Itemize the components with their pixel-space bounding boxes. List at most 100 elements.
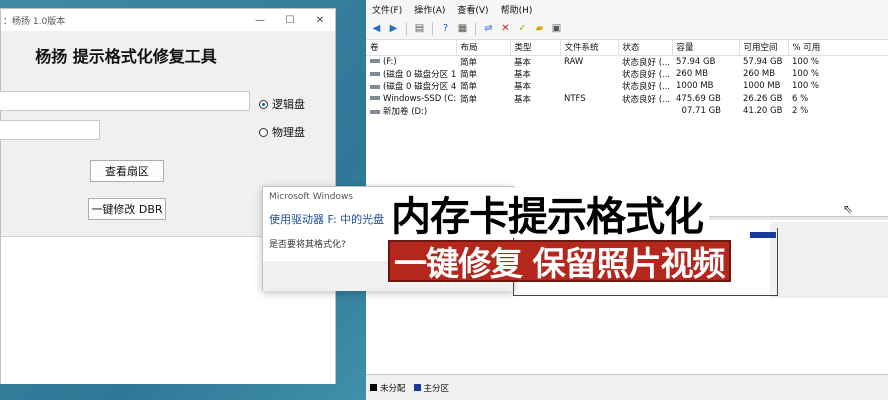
close-button[interactable]: ✕ (305, 9, 335, 31)
volume-name: Windows-SSD (C:) (383, 93, 456, 104)
folder-icon[interactable]: ▰ (533, 22, 546, 35)
menu-bar: 文件(F) 操作(A) 查看(V) 帮助(H) (366, 0, 888, 18)
toolbar-separator (475, 21, 476, 36)
disk-graph-area (770, 222, 888, 298)
volume-name: (磁盘 0 磁盘分区 1) (383, 69, 456, 80)
percent-cell: 100 % (792, 68, 820, 79)
volume-name: 新加卷 (D:) (383, 107, 428, 118)
radio-logical-label: 逻辑盘 (272, 98, 305, 111)
status-cell: 状态良好 (... (622, 94, 671, 105)
toolbar-separator (406, 21, 407, 36)
volume-icon (370, 109, 380, 114)
view-sector-button[interactable]: 查看扇区 (90, 160, 164, 182)
volume-cell: Windows-SSD (C:) (366, 93, 456, 106)
menu-help[interactable]: 帮助(H) (495, 3, 539, 16)
col-volume[interactable]: 卷 (366, 40, 457, 56)
radio-logical-disk[interactable]: 逻辑盘 (259, 96, 305, 112)
primary-swatch (413, 384, 421, 391)
type-cell: 基本 (514, 94, 532, 105)
col-capacity[interactable]: 容量 (672, 40, 740, 56)
col-layout[interactable]: 布局 (456, 40, 511, 56)
filesystem-cell: RAW (564, 56, 584, 67)
list-view-icon[interactable]: ▤ (413, 22, 426, 35)
app-titlebar: ： 杨扬 1.0版本 — ☐ ✕ (1, 9, 335, 31)
drive-input[interactable] (0, 91, 250, 111)
legend-unallocated: 未分配 (380, 383, 406, 394)
status-cell (618, 105, 672, 118)
table-row[interactable]: (磁盘 0 磁盘分区 1) 简单 基本 状态良好 (... 260 MB 260… (366, 68, 888, 81)
table-header-row: 卷 布局 类型 文件系统 状态 容量 可用空间 % 可用 (366, 40, 888, 56)
partition-bar (750, 232, 776, 238)
type-cell: 基本 (514, 82, 532, 93)
legend-bar: 未分配 主分区 (366, 374, 888, 400)
help-icon[interactable]: ? (439, 22, 452, 35)
toolbar-separator (432, 21, 433, 36)
capacity-cell: 07.71 GB (681, 106, 721, 117)
table-row[interactable]: Windows-SSD (C:) 简单 基本 NTFS 状态良好 (... 47… (366, 93, 888, 106)
filesystem-cell (560, 80, 618, 93)
col-filesystem[interactable]: 文件系统 (560, 40, 619, 56)
mouse-cursor-icon: ⇖ (843, 202, 854, 216)
layout-cell (456, 105, 510, 118)
delete-icon[interactable]: ✕ (499, 22, 512, 35)
col-status[interactable]: 状态 (618, 40, 673, 56)
volume-icon (370, 72, 380, 77)
volume-name: (磁盘 0 磁盘分区 4) (383, 82, 456, 93)
maximize-button[interactable]: ☐ (275, 9, 305, 31)
caption-line-1: 内存卡提示格式化 (385, 188, 709, 240)
free-cell: 1000 MB (743, 81, 781, 92)
free-cell: 26.26 GB (743, 93, 783, 104)
toolbar: ◀ ▶ ▤ ? ▦ ⇌ ✕ ✓ ▰ ▣ (366, 18, 888, 40)
volume-cell: 新加卷 (D:) (366, 105, 456, 118)
minimize-button[interactable]: — (245, 9, 275, 31)
radio-physical-disk[interactable]: 物理盘 (259, 124, 305, 140)
forward-arrow-icon[interactable]: ▶ (387, 22, 400, 35)
value-input[interactable] (0, 120, 100, 140)
layout-cell: 简单 (460, 82, 478, 93)
menu-action[interactable]: 操作(A) (408, 3, 451, 16)
status-cell: 状态良好 (... (622, 82, 671, 93)
free-cell: 57.94 GB (743, 56, 783, 67)
app-heading: 杨扬 提示格式化修复工具 (35, 47, 217, 66)
radio-selected-icon (259, 99, 268, 109)
menu-file[interactable]: 文件(F) (366, 3, 408, 16)
volume-cell: (磁盘 0 磁盘分区 4) (366, 80, 456, 93)
type-cell (510, 105, 560, 118)
col-free[interactable]: 可用空间 (739, 40, 789, 56)
radio-unselected-icon (259, 127, 268, 137)
status-cell: 状态良好 (... (622, 69, 671, 80)
table-row[interactable]: 新加卷 (D:) 07.71 GB 41.20 GB 2 % (366, 105, 888, 118)
filesystem-cell: NTFS (564, 93, 586, 104)
capacity-cell: 260 MB (676, 68, 709, 79)
volume-icon (370, 84, 380, 89)
connect-icon[interactable]: ⇌ (482, 22, 495, 35)
volume-icon (370, 59, 380, 63)
percent-cell: 100 % (792, 81, 820, 92)
free-cell: 260 MB (743, 68, 776, 79)
capacity-cell: 57.94 GB (676, 56, 716, 67)
capacity-cell: 475.69 GB (676, 93, 721, 104)
app-title-prefix: ： (3, 16, 13, 27)
filesystem-cell (560, 105, 618, 118)
col-percent-free[interactable]: % 可用 (788, 40, 888, 56)
volume-name: (F:) (383, 56, 397, 67)
table-row[interactable]: (F:) 简单 基本 RAW 状态良好 (... 57.94 GB 57.94 … (366, 55, 888, 68)
col-type[interactable]: 类型 (510, 40, 561, 56)
check-icon[interactable]: ✓ (516, 22, 529, 35)
radio-physical-label: 物理盘 (272, 126, 305, 139)
caption-line-2: 一键修复 保留照片视频 (388, 240, 731, 283)
view-icon[interactable]: ▣ (550, 22, 563, 35)
volume-cell: (F:) (366, 55, 456, 68)
percent-cell: 6 % (792, 93, 809, 104)
table-row[interactable]: (磁盘 0 磁盘分区 4) 简单 基本 状态良好 (... 1000 MB 10… (366, 80, 888, 93)
menu-view[interactable]: 查看(V) (451, 3, 494, 16)
percent-cell: 2 % (792, 106, 809, 117)
properties-icon[interactable]: ▦ (456, 22, 469, 35)
fix-dbr-button[interactable]: 一键修改 DBR (88, 198, 166, 220)
filesystem-cell (560, 68, 618, 81)
percent-cell: 100 % (792, 56, 820, 67)
app-title: 杨扬 1.0版本 (12, 16, 66, 27)
layout-cell: 简单 (460, 94, 478, 105)
back-arrow-icon[interactable]: ◀ (370, 22, 383, 35)
type-cell: 基本 (514, 69, 532, 80)
